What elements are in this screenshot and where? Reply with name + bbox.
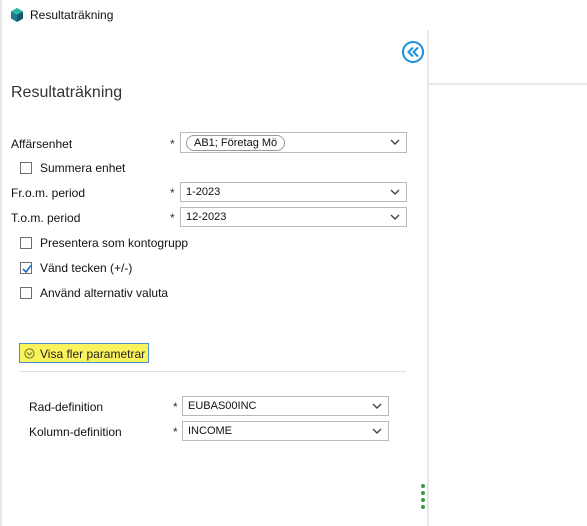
tom-period-value: 12-2023 bbox=[186, 211, 227, 223]
rad-definition-required-marker: * bbox=[173, 400, 178, 414]
tom-period-required-marker: * bbox=[170, 211, 175, 225]
chevron-down-icon bbox=[372, 428, 382, 434]
section-separator bbox=[19, 371, 406, 372]
window-title: Resultaträkning bbox=[30, 8, 114, 22]
affarsenhet-chip[interactable]: AB1; Företag Mö bbox=[186, 135, 286, 151]
rad-definition-select[interactable]: EUBAS00INC bbox=[182, 396, 389, 416]
page-title: Resultaträkning bbox=[11, 84, 123, 101]
app-logo-icon bbox=[10, 8, 24, 22]
kolumn-definition-required-marker: * bbox=[173, 425, 178, 439]
kolumn-definition-label: Kolumn-definition bbox=[29, 425, 122, 439]
from-period-required-marker: * bbox=[170, 186, 175, 200]
presentera-kontogrupp-checkbox[interactable] bbox=[20, 237, 32, 249]
affarsenhet-required-marker: * bbox=[170, 137, 175, 151]
from-period-value: 1-2023 bbox=[186, 186, 221, 198]
vand-tecken-checkbox[interactable] bbox=[20, 262, 32, 274]
from-period-label: Fr.o.m. period bbox=[11, 186, 86, 200]
right-panel-header-divider bbox=[429, 83, 587, 85]
checkmark-icon bbox=[22, 265, 32, 274]
left-edge bbox=[0, 0, 2, 526]
kolumn-definition-value: INCOME bbox=[188, 425, 232, 437]
from-period-select[interactable]: 1-2023 bbox=[180, 182, 407, 202]
summera-enhet-checkbox[interactable] bbox=[20, 162, 32, 174]
vertical-dots-icon[interactable] bbox=[421, 484, 425, 512]
panel-divider[interactable] bbox=[427, 30, 429, 526]
summera-enhet-label: Summera enhet bbox=[40, 161, 126, 175]
kolumn-definition-select[interactable]: INCOME bbox=[182, 421, 389, 441]
alternativ-valuta-checkbox[interactable] bbox=[20, 287, 32, 299]
tom-period-label: T.o.m. period bbox=[11, 211, 81, 225]
chevron-down-icon bbox=[372, 403, 382, 409]
presentera-kontogrupp-label: Presentera som kontogrupp bbox=[40, 236, 189, 250]
vand-tecken-label: Vänd tecken (+/-) bbox=[40, 261, 133, 275]
tom-period-select[interactable]: 12-2023 bbox=[180, 207, 407, 227]
expand-circle-icon bbox=[24, 348, 35, 359]
chevron-down-icon bbox=[390, 189, 400, 195]
rad-definition-value: EUBAS00INC bbox=[188, 400, 257, 412]
collapse-panel-button[interactable] bbox=[402, 41, 424, 63]
chevron-down-icon bbox=[390, 214, 400, 220]
alternativ-valuta-label: Använd alternativ valuta bbox=[40, 286, 169, 300]
double-chevron-left-icon bbox=[407, 46, 419, 58]
show-more-parameters-button[interactable]: Visa fler parametrar bbox=[19, 343, 149, 363]
affarsenhet-select[interactable]: AB1; Företag Mö bbox=[180, 132, 407, 153]
show-more-parameters-label: Visa fler parametrar bbox=[40, 347, 146, 361]
chevron-down-icon bbox=[390, 139, 400, 145]
rad-definition-label: Rad-definition bbox=[29, 400, 104, 414]
affarsenhet-label: Affärsenhet bbox=[11, 137, 73, 151]
